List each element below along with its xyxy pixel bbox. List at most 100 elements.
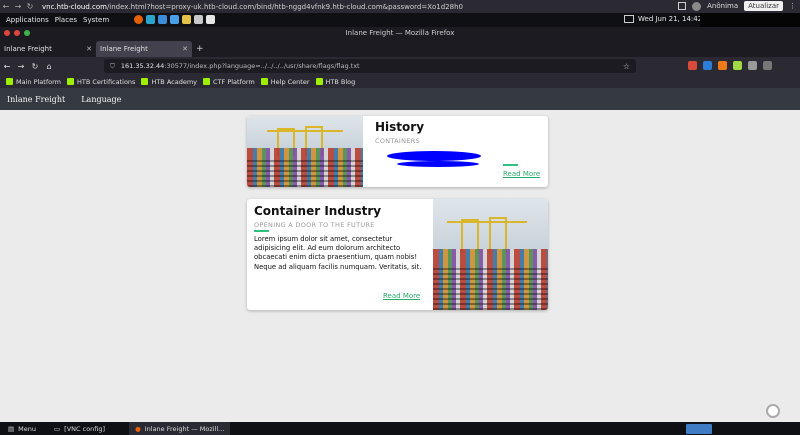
bookmark-label: HTB Academy [151, 77, 198, 86]
minimize-window-icon[interactable] [14, 30, 20, 36]
clock: Wed Jun 21, 14:42 [638, 15, 703, 23]
terminal-launcher-icon[interactable] [146, 15, 155, 24]
taskbar: ▤ Menu ▭ [VNC config] ● Inlane Freight — Mo… [0, 422, 800, 435]
bookmark-htb-academy[interactable]: HTB Academy [141, 78, 197, 86]
htb-cube-icon [260, 78, 268, 85]
maximize-window-icon[interactable] [24, 30, 30, 36]
read-more-link[interactable]: Read More [503, 170, 540, 178]
redaction-scribble [397, 161, 479, 167]
sidebar-icon[interactable] [678, 2, 687, 10]
host-address-bar[interactable]: vnc.htb-cloud.com/index.html?host=proxy-… [42, 3, 562, 11]
refresh-button[interactable]: Atualizar [744, 1, 783, 11]
new-tab-icon[interactable]: + [196, 41, 204, 57]
tab-inlane-freight-1[interactable]: Inlane Freight ✕ [0, 41, 96, 57]
bookmark-main-platform[interactable]: Main Platform [6, 78, 61, 86]
system-menu[interactable]: System [83, 16, 109, 24]
port-cranes-image [247, 116, 363, 187]
back-icon[interactable]: ← [0, 62, 14, 71]
menu-label: Menu [18, 424, 37, 433]
task-vnc-config[interactable]: ▭ [VNC config] [54, 425, 105, 433]
card-title: Container Industry [254, 204, 382, 218]
redaction-scribble [387, 151, 481, 161]
places-menu[interactable]: Places [55, 16, 77, 24]
bookmark-label: CTF Platform [213, 77, 255, 86]
htb-cube-icon [67, 78, 74, 85]
firefox-icon: ● [135, 424, 141, 433]
task-label: [VNC config] [64, 424, 106, 433]
vnc-zoom-icon[interactable] [766, 404, 780, 418]
htb-cube-icon [141, 78, 149, 85]
card-title: History [375, 120, 425, 134]
bookmark-help-center[interactable]: Help Center [260, 77, 310, 86]
htb-cube-icon [6, 78, 13, 85]
reload-icon[interactable]: ↻ [24, 2, 36, 11]
task-firefox[interactable]: ● Inlane Freight — Mozill... [129, 422, 231, 435]
navigation-bar: ← → ↻ ⌂ ⛉ 161.35.32.44:30577/index.php?l… [0, 57, 800, 75]
bookmark-label: Help Center [270, 77, 310, 86]
host-url-domain: vnc.htb-cloud.com [42, 2, 107, 11]
htb-cube-icon [203, 78, 211, 85]
home-icon[interactable]: ⌂ [42, 62, 56, 71]
close-tab-icon[interactable]: ✕ [86, 45, 92, 53]
shield-icon: ⛉ [110, 61, 115, 70]
read-more-link[interactable]: Read More [383, 292, 420, 300]
url-path: :30577/index.php?language=../../../../us… [164, 62, 360, 70]
notes-launcher-icon[interactable] [182, 15, 191, 24]
extension-icon[interactable] [688, 61, 697, 70]
address-bar[interactable]: ⛉ 161.35.32.44:30577/index.php?language=… [104, 59, 636, 73]
window-titlebar: Inlane Freight — Mozilla Firefox [0, 27, 800, 39]
tab-inlane-freight-2[interactable]: Inlane Freight ✕ [96, 41, 192, 57]
profile-label: Anônima [707, 2, 739, 10]
bookmark-htb-blog[interactable]: HTB Blog [315, 77, 356, 86]
desktop-panel: Applications Places System Wed Jun 21, 1… [0, 13, 800, 27]
tab-strip: Inlane Freight ✕ Inlane Freight ✕ + [0, 39, 800, 57]
firefox-launcher-icon[interactable] [134, 15, 143, 24]
forward-icon[interactable]: → [14, 62, 28, 71]
settings-launcher-icon[interactable] [194, 15, 203, 24]
system-monitor-graph [700, 13, 800, 27]
forward-icon[interactable]: → [12, 2, 24, 11]
extension-icon[interactable] [718, 61, 727, 70]
site-brand[interactable]: Inlane Freight [7, 95, 65, 104]
nav-language-link[interactable]: Language [81, 95, 121, 104]
close-window-icon[interactable] [4, 30, 10, 36]
port-cranes-image [433, 199, 548, 310]
container-industry-card: Container Industry OPENING A DOOR TO THE… [247, 199, 548, 310]
window-title: Inlane Freight — Mozilla Firefox [345, 29, 455, 37]
page-body: History CONTAINERS Read More Container I… [0, 110, 800, 422]
site-navbar: Inlane Freight Language [0, 88, 800, 110]
back-icon[interactable]: ← [0, 2, 12, 11]
extension-icon[interactable] [733, 61, 742, 70]
bookmark-htb-certifications[interactable]: HTB Certifications [67, 78, 135, 86]
menu-icon[interactable] [763, 61, 772, 70]
bookmark-star-icon[interactable]: ☆ [623, 62, 630, 71]
bookmark-label: HTB Certifications [77, 77, 136, 86]
profile-avatar[interactable] [692, 1, 702, 11]
task-label: Inlane Freight — Mozill... [144, 424, 225, 433]
menu-icon[interactable]: ⋮ [789, 2, 796, 10]
applications-menu[interactable]: Applications [6, 16, 49, 24]
host-url-path: /index.html?host=proxy-uk.htb-cloud.com/… [106, 2, 463, 11]
window-icon: ▭ [54, 424, 61, 433]
htb-cube-icon [315, 78, 323, 85]
burp-launcher-icon[interactable] [158, 15, 167, 24]
files-launcher-icon[interactable] [170, 15, 179, 24]
bookmark-ctf-platform[interactable]: CTF Platform [203, 78, 255, 86]
card-subtitle: OPENING A DOOR TO THE FUTURE [254, 221, 375, 229]
puzzle-icon[interactable] [748, 61, 757, 70]
reload-icon[interactable]: ↻ [28, 62, 42, 71]
host-browser-bar: ← → ↻ vnc.htb-cloud.com/index.html?host=… [0, 0, 800, 13]
accent-bar [503, 164, 518, 166]
extension-icon[interactable] [703, 61, 712, 70]
close-tab-icon[interactable]: ✕ [182, 45, 188, 53]
editor-launcher-icon[interactable] [206, 15, 215, 24]
history-card: History CONTAINERS Read More [247, 116, 548, 187]
url-host: 161.35.32.44 [120, 62, 165, 70]
start-menu[interactable]: ▤ Menu [8, 425, 36, 433]
card-body-text: Lorem ipsum dolor sit amet, consectetur … [254, 235, 422, 271]
tab-label: Inlane Freight [100, 45, 148, 53]
accent-bar [254, 230, 269, 232]
card-subtitle: CONTAINERS [375, 137, 420, 145]
workspace-switcher[interactable] [686, 424, 712, 434]
bookmark-label: HTB Blog [325, 77, 356, 86]
